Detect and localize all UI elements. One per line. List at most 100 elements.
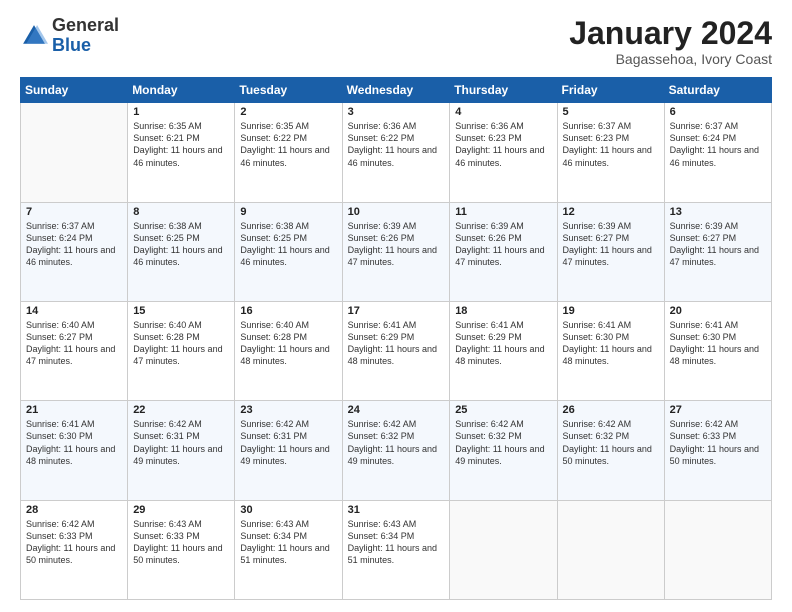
- calendar-cell: 30Sunrise: 6:43 AM Sunset: 6:34 PM Dayli…: [235, 500, 342, 599]
- month-year: January 2024: [569, 16, 772, 51]
- day-number: 28: [26, 504, 122, 516]
- calendar-cell: 16Sunrise: 6:40 AM Sunset: 6:28 PM Dayli…: [235, 301, 342, 400]
- col-friday: Friday: [557, 78, 664, 103]
- day-info: Sunrise: 6:42 AM Sunset: 6:32 PM Dayligh…: [348, 418, 445, 467]
- day-info: Sunrise: 6:37 AM Sunset: 6:23 PM Dayligh…: [563, 120, 659, 169]
- day-info: Sunrise: 6:40 AM Sunset: 6:27 PM Dayligh…: [26, 319, 122, 368]
- day-info: Sunrise: 6:41 AM Sunset: 6:30 PM Dayligh…: [26, 418, 122, 467]
- day-info: Sunrise: 6:41 AM Sunset: 6:30 PM Dayligh…: [670, 319, 766, 368]
- calendar-cell: 29 Sunrise: 6:43 AM Sunset: 6:33 PM Dayli…: [128, 500, 235, 599]
- day-info: Sunrise: 6:42 AM Sunset: 6:31 PM Dayligh…: [133, 418, 229, 467]
- calendar-cell: 11 Sunrise: 6:39 AM Sunset: 6:26 PM Dayli…: [450, 202, 557, 301]
- calendar-cell: 3Sunrise: 6:36 AM Sunset: 6:22 PM Daylig…: [342, 103, 450, 202]
- day-number: 9: [240, 206, 336, 218]
- calendar-cell: 8 Sunrise: 6:38 AM Sunset: 6:25 PM Daylig…: [128, 202, 235, 301]
- col-thursday: Thursday: [450, 78, 557, 103]
- col-saturday: Saturday: [664, 78, 771, 103]
- day-info: Sunrise: 6:42 AM Sunset: 6:33 PM Dayligh…: [670, 418, 766, 467]
- calendar-cell: 5Sunrise: 6:37 AM Sunset: 6:23 PM Daylig…: [557, 103, 664, 202]
- calendar-cell: 6 Sunrise: 6:37 AM Sunset: 6:24 PM Daylig…: [664, 103, 771, 202]
- calendar-week-3: 14Sunrise: 6:40 AM Sunset: 6:27 PM Dayli…: [21, 301, 772, 400]
- calendar-week-2: 7 Sunrise: 6:37 AM Sunset: 6:24 PM Daylig…: [21, 202, 772, 301]
- title-block: January 2024 Bagassehoa, Ivory Coast: [569, 16, 772, 67]
- calendar-cell: 28 Sunrise: 6:42 AM Sunset: 6:33 PM Dayli…: [21, 500, 128, 599]
- day-number: 31: [348, 504, 445, 516]
- calendar-header-row: Sunday Monday Tuesday Wednesday Thursday…: [21, 78, 772, 103]
- calendar-cell: 18 Sunrise: 6:41 AM Sunset: 6:29 PM Dayli…: [450, 301, 557, 400]
- day-number: 25: [455, 404, 551, 416]
- day-number: 22: [133, 404, 229, 416]
- calendar-cell: 22 Sunrise: 6:42 AM Sunset: 6:31 PM Dayli…: [128, 401, 235, 500]
- calendar-cell: 17Sunrise: 6:41 AM Sunset: 6:29 PM Dayli…: [342, 301, 450, 400]
- day-number: 30: [240, 504, 336, 516]
- calendar-cell: [21, 103, 128, 202]
- calendar-cell: 1 Sunrise: 6:35 AM Sunset: 6:21 PM Daylig…: [128, 103, 235, 202]
- day-number: 2: [240, 106, 336, 118]
- day-number: 12: [563, 206, 659, 218]
- calendar-cell: [664, 500, 771, 599]
- calendar-cell: 2 Sunrise: 6:35 AM Sunset: 6:22 PM Daylig…: [235, 103, 342, 202]
- day-number: 23: [240, 404, 336, 416]
- day-number: 19: [563, 305, 659, 317]
- calendar-cell: 31 Sunrise: 6:43 AM Sunset: 6:34 PM Dayli…: [342, 500, 450, 599]
- day-number: 24: [348, 404, 445, 416]
- calendar-cell: 12 Sunrise: 6:39 AM Sunset: 6:27 PM Dayli…: [557, 202, 664, 301]
- day-number: 27: [670, 404, 766, 416]
- calendar-cell: 15 Sunrise: 6:40 AM Sunset: 6:28 PM Dayli…: [128, 301, 235, 400]
- day-info: Sunrise: 6:42 AM Sunset: 6:31 PM Dayligh…: [240, 418, 336, 467]
- day-number: 1: [133, 106, 229, 118]
- col-tuesday: Tuesday: [235, 78, 342, 103]
- day-number: 20: [670, 305, 766, 317]
- logo-general: General: [52, 15, 119, 35]
- day-number: 18: [455, 305, 551, 317]
- day-info: Sunrise: 6:38 AM Sunset: 6:25 PM Dayligh…: [240, 220, 336, 269]
- day-info: Sunrise: 6:40 AM Sunset: 6:28 PM Dayligh…: [240, 319, 336, 368]
- day-info: Sunrise: 6:43 AM Sunset: 6:34 PM Dayligh…: [348, 518, 445, 567]
- day-info: Sunrise: 6:37 AM Sunset: 6:24 PM Dayligh…: [670, 120, 766, 169]
- day-number: 26: [563, 404, 659, 416]
- day-info: Sunrise: 6:35 AM Sunset: 6:21 PM Dayligh…: [133, 120, 229, 169]
- calendar-cell: 10Sunrise: 6:39 AM Sunset: 6:26 PM Dayli…: [342, 202, 450, 301]
- calendar-cell: 25 Sunrise: 6:42 AM Sunset: 6:32 PM Dayli…: [450, 401, 557, 500]
- day-number: 8: [133, 206, 229, 218]
- calendar-week-4: 21 Sunrise: 6:41 AM Sunset: 6:30 PM Dayli…: [21, 401, 772, 500]
- calendar-cell: 21 Sunrise: 6:41 AM Sunset: 6:30 PM Dayli…: [21, 401, 128, 500]
- calendar-cell: 27 Sunrise: 6:42 AM Sunset: 6:33 PM Dayli…: [664, 401, 771, 500]
- day-info: Sunrise: 6:42 AM Sunset: 6:33 PM Dayligh…: [26, 518, 122, 567]
- calendar-cell: 7 Sunrise: 6:37 AM Sunset: 6:24 PM Daylig…: [21, 202, 128, 301]
- logo-blue: Blue: [52, 35, 91, 55]
- location: Bagassehoa, Ivory Coast: [569, 51, 772, 67]
- day-number: 29: [133, 504, 229, 516]
- day-info: Sunrise: 6:40 AM Sunset: 6:28 PM Dayligh…: [133, 319, 229, 368]
- day-info: Sunrise: 6:38 AM Sunset: 6:25 PM Dayligh…: [133, 220, 229, 269]
- calendar-cell: 14Sunrise: 6:40 AM Sunset: 6:27 PM Dayli…: [21, 301, 128, 400]
- calendar-week-5: 28 Sunrise: 6:42 AM Sunset: 6:33 PM Dayli…: [21, 500, 772, 599]
- day-info: Sunrise: 6:41 AM Sunset: 6:29 PM Dayligh…: [348, 319, 445, 368]
- day-info: Sunrise: 6:36 AM Sunset: 6:22 PM Dayligh…: [348, 120, 445, 169]
- day-info: Sunrise: 6:41 AM Sunset: 6:30 PM Dayligh…: [563, 319, 659, 368]
- day-number: 15: [133, 305, 229, 317]
- day-info: Sunrise: 6:37 AM Sunset: 6:24 PM Dayligh…: [26, 220, 122, 269]
- calendar-cell: 19 Sunrise: 6:41 AM Sunset: 6:30 PM Dayli…: [557, 301, 664, 400]
- day-number: 6: [670, 106, 766, 118]
- day-info: Sunrise: 6:41 AM Sunset: 6:29 PM Dayligh…: [455, 319, 551, 368]
- calendar-cell: 9 Sunrise: 6:38 AM Sunset: 6:25 PM Daylig…: [235, 202, 342, 301]
- day-number: 21: [26, 404, 122, 416]
- calendar: Sunday Monday Tuesday Wednesday Thursday…: [20, 77, 772, 600]
- day-number: 11: [455, 206, 551, 218]
- day-number: 4: [455, 106, 551, 118]
- day-info: Sunrise: 6:36 AM Sunset: 6:23 PM Dayligh…: [455, 120, 551, 169]
- logo-text: General Blue: [52, 16, 119, 56]
- day-info: Sunrise: 6:39 AM Sunset: 6:27 PM Dayligh…: [670, 220, 766, 269]
- calendar-cell: [557, 500, 664, 599]
- day-info: Sunrise: 6:43 AM Sunset: 6:33 PM Dayligh…: [133, 518, 229, 567]
- day-info: Sunrise: 6:39 AM Sunset: 6:26 PM Dayligh…: [455, 220, 551, 269]
- day-number: 7: [26, 206, 122, 218]
- day-info: Sunrise: 6:39 AM Sunset: 6:27 PM Dayligh…: [563, 220, 659, 269]
- day-info: Sunrise: 6:42 AM Sunset: 6:32 PM Dayligh…: [455, 418, 551, 467]
- day-info: Sunrise: 6:35 AM Sunset: 6:22 PM Dayligh…: [240, 120, 336, 169]
- col-monday: Monday: [128, 78, 235, 103]
- page: General Blue January 2024 Bagassehoa, Iv…: [0, 0, 792, 612]
- calendar-cell: 24 Sunrise: 6:42 AM Sunset: 6:32 PM Dayli…: [342, 401, 450, 500]
- calendar-cell: 26Sunrise: 6:42 AM Sunset: 6:32 PM Dayli…: [557, 401, 664, 500]
